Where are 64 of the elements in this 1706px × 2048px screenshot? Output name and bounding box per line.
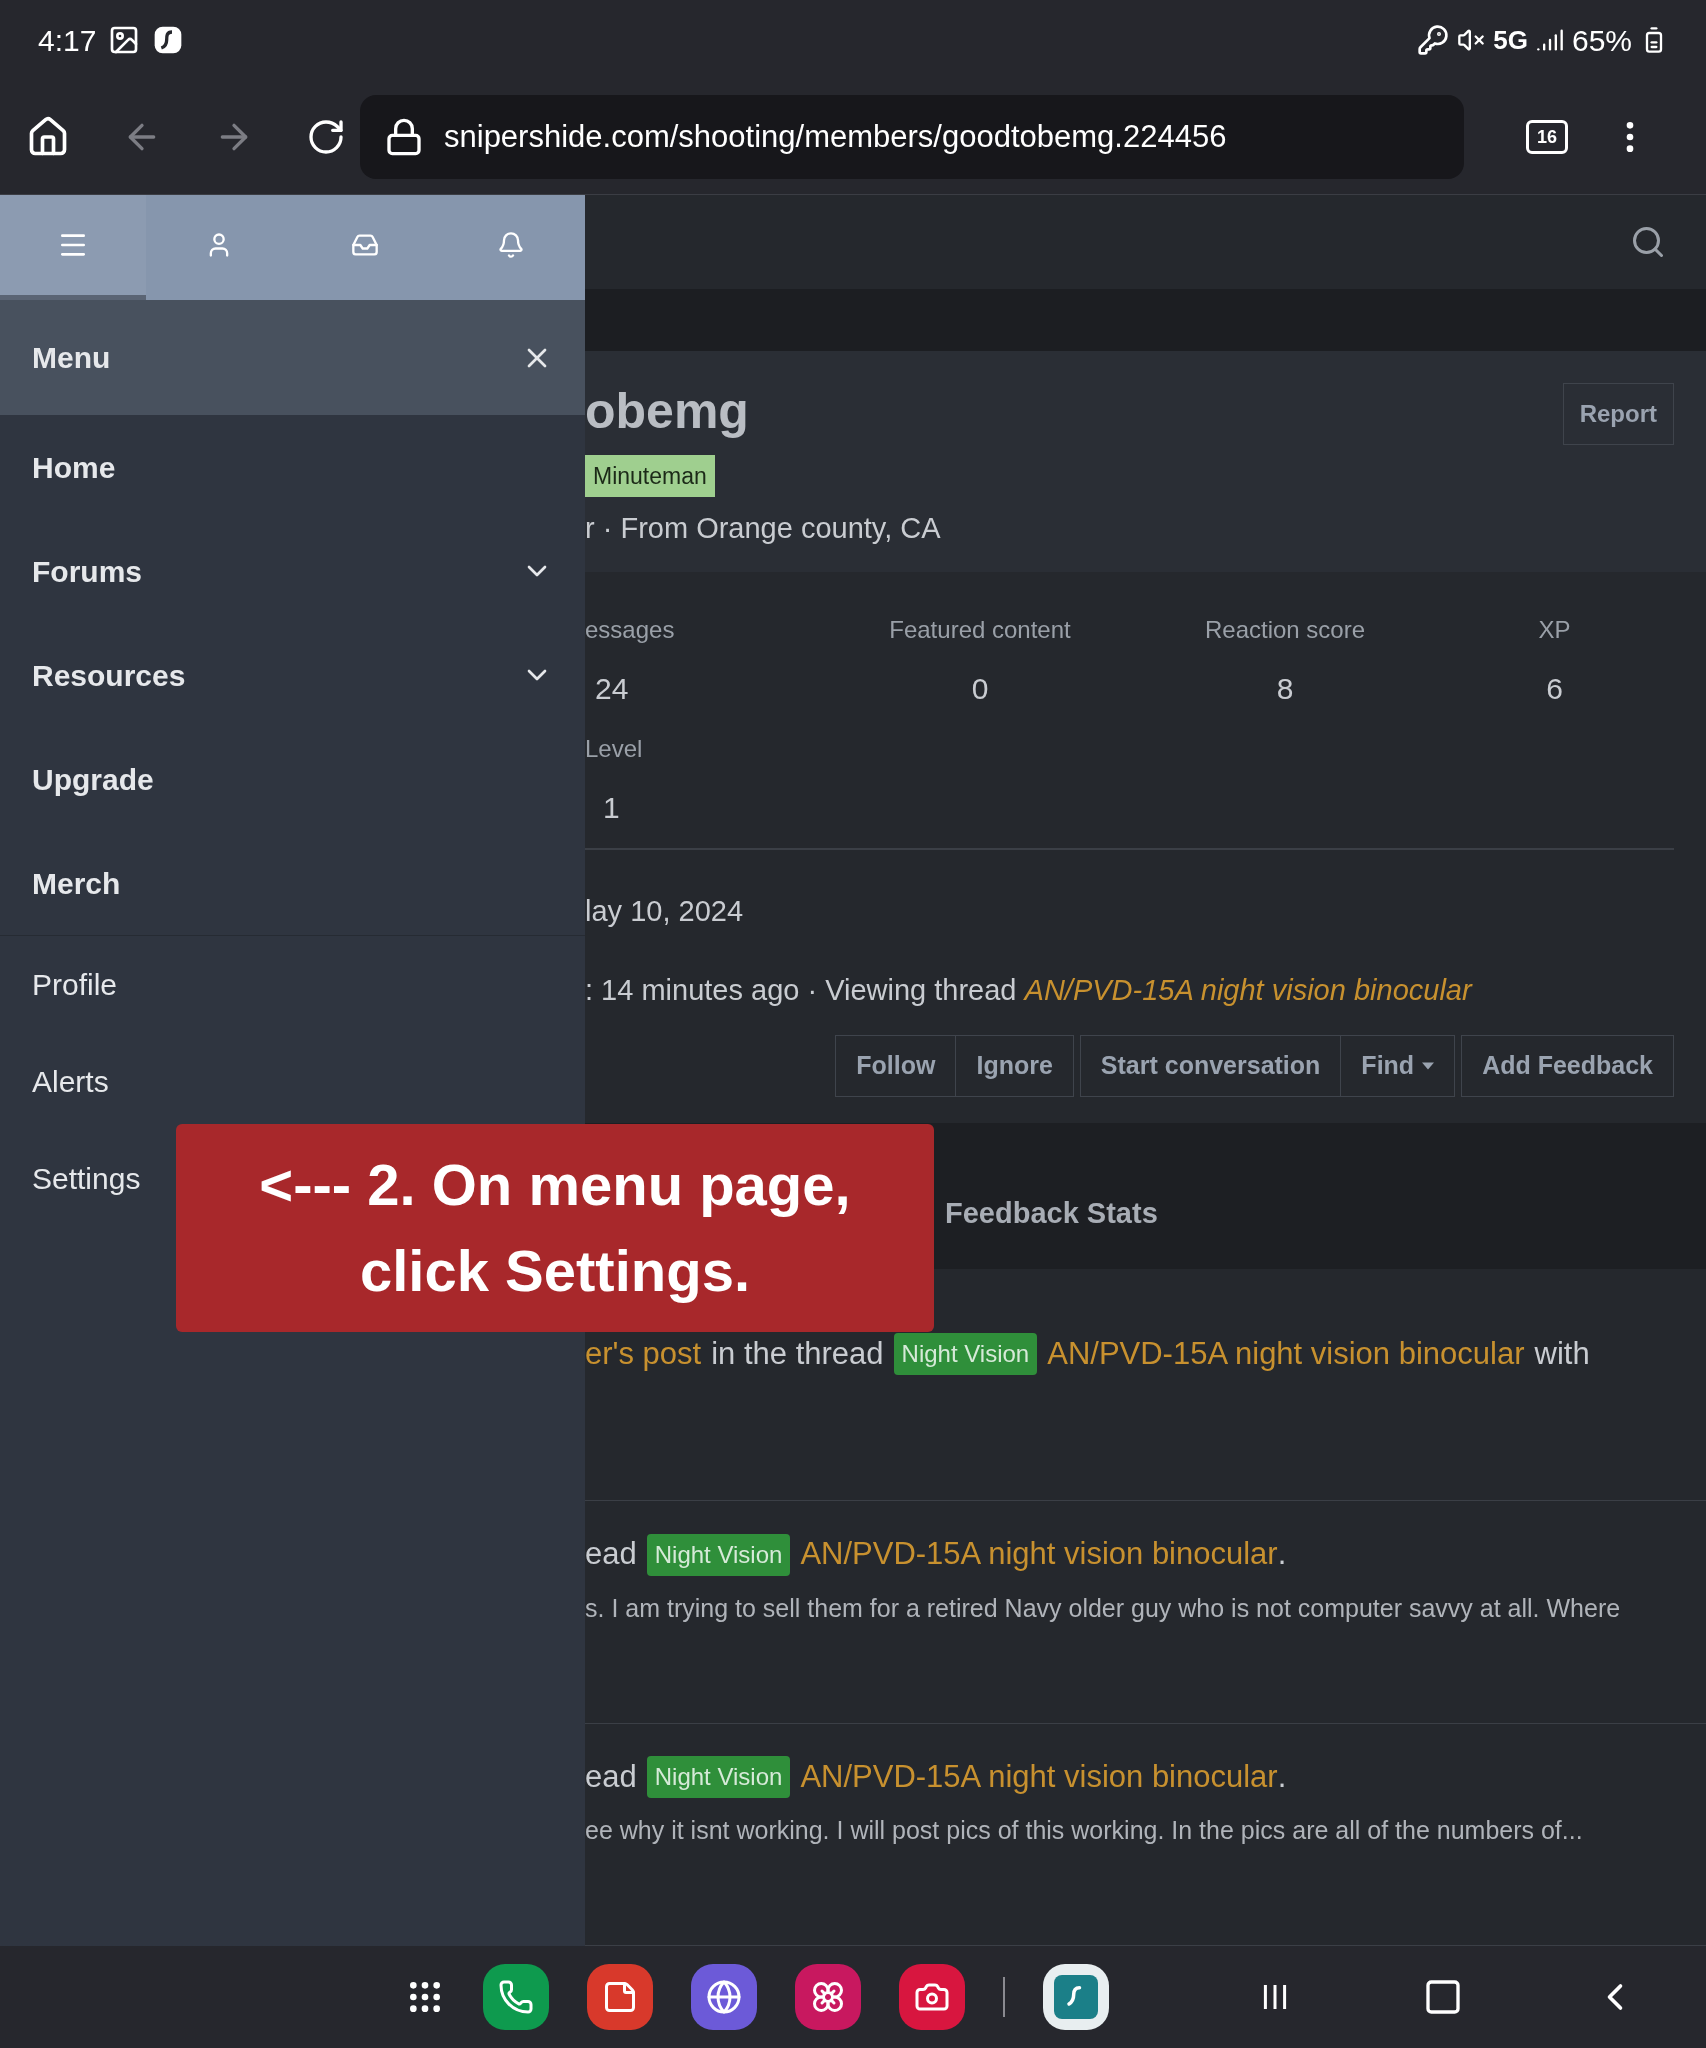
flower-app-icon[interactable]	[795, 1964, 861, 2030]
stat-value: 1	[602, 790, 620, 827]
battery-percent: 65%	[1571, 22, 1632, 59]
stat-label: essages	[585, 615, 675, 646]
menu-item[interactable]: Resources	[32, 652, 553, 698]
stat-value: 8	[1276, 671, 1294, 708]
profile-action-button[interactable]: Follow	[836, 1035, 956, 1096]
home-nav-icon[interactable]	[1423, 1977, 1463, 2017]
user-title-badge: Minuteman	[585, 454, 715, 498]
tab-count-button[interactable]: 16	[1526, 120, 1568, 154]
stat-value: 6	[1546, 671, 1563, 708]
menu-item[interactable]: Alerts	[32, 1059, 109, 1104]
vpn-app-icon[interactable]	[1043, 1964, 1109, 2030]
punctuation: .	[1277, 1535, 1287, 1574]
profile-action-button[interactable]: Ignore	[955, 1035, 1073, 1096]
activity-text: ead	[585, 1535, 637, 1574]
thread-link[interactable]: AN/PVD-15A night vision binocular	[1024, 974, 1472, 1007]
joined-date: lay 10, 2024	[585, 893, 744, 929]
phone-app-icon[interactable]	[483, 1964, 549, 2030]
instruction-callout: <--- 2. On menu page, click Settings.	[176, 1124, 934, 1332]
network-type: 5G	[1493, 23, 1528, 57]
post-link[interactable]: er's post	[585, 1330, 702, 1378]
stat-label: Reaction score	[1204, 615, 1366, 646]
profile-action-button[interactable]: Add Feedback	[1462, 1035, 1673, 1096]
menu-item[interactable]: Home	[32, 444, 116, 490]
stat-label: XP	[1538, 615, 1571, 646]
post-snippet: ee why it isnt working. I will post pics of this working. In the pics are all of the numbers of...	[585, 1815, 1584, 1847]
clock-time: 4:17	[38, 22, 97, 59]
tag-label: Night Vision	[646, 1533, 791, 1576]
menu-item[interactable]: Settings	[32, 1156, 141, 1201]
punctuation: .	[1277, 1757, 1287, 1796]
bell-icon	[497, 231, 525, 259]
address-bar[interactable]: snipershide.com/shooting/members/goodtobemg.224456	[360, 95, 1464, 179]
camera-app-icon[interactable]	[899, 1964, 965, 2030]
activity-text: ead	[585, 1757, 637, 1796]
report-button[interactable]: Report	[1562, 382, 1674, 445]
stat-value: 24	[594, 671, 629, 708]
profile-action-button[interactable]: Find	[1340, 1035, 1455, 1096]
profile-action-button[interactable]: Start conversation	[1080, 1035, 1341, 1096]
last-seen-text: : 14 minutes ago · Viewing thread AN/PVD-15A night vision binocular	[585, 973, 1474, 1009]
activity-text: with	[1534, 1334, 1590, 1373]
notes-app-icon[interactable]	[587, 1964, 653, 2030]
reload-button[interactable]	[306, 117, 346, 157]
menu-item[interactable]: Forums	[32, 548, 553, 594]
stat-label: Level	[585, 734, 643, 765]
menu-title: Menu	[32, 340, 111, 376]
profile-tab[interactable]: Feedback Stats	[945, 1191, 1158, 1236]
thread-link[interactable]: AN/PVD-15A night vision binocular	[800, 1531, 1278, 1578]
stat-label: Featured content	[889, 615, 1071, 646]
browser-app-icon[interactable]	[691, 1964, 757, 2030]
menu-item[interactable]: Merch	[32, 860, 121, 906]
menu-item[interactable]: Profile	[32, 962, 118, 1007]
username: obemg	[585, 381, 750, 441]
post-snippet: s. I am trying to sell them for a retired Navy older guy who is not computer savvy at all. Where	[585, 1592, 1622, 1624]
thread-link[interactable]: AN/PVD-15A night vision binocular	[1047, 1330, 1525, 1378]
thread-link[interactable]: AN/PVD-15A night vision binocular	[800, 1753, 1278, 1801]
menu-item[interactable]: Upgrade	[32, 756, 154, 802]
stat-value: 0	[971, 671, 989, 708]
tag-label: Night Vision	[646, 1755, 791, 1798]
tag-label: Night Vision	[893, 1332, 1038, 1375]
caret-icon	[1422, 1061, 1435, 1070]
key-icon	[1417, 24, 1450, 56]
activity-text: in the thread	[711, 1334, 884, 1373]
user-info: r · From Orange county, CA	[585, 511, 941, 547]
